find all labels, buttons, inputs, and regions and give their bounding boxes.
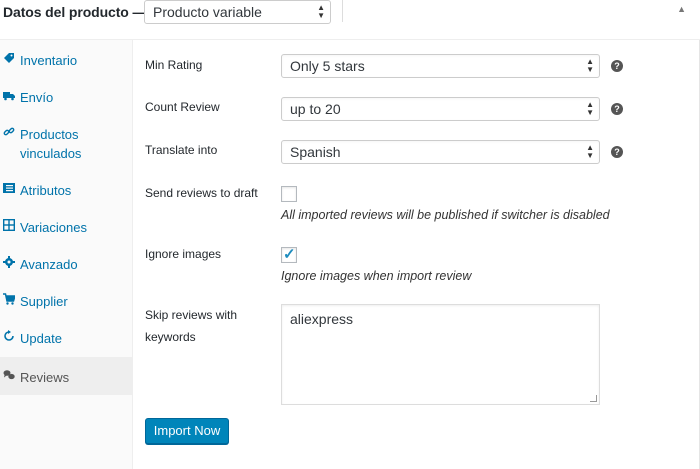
select-arrows-icon: ▲ ▼ (317, 3, 325, 20)
select-arrows-icon: ▲ ▼ (586, 100, 594, 117)
count-review-label: Count Review (145, 100, 220, 114)
count-review-value: up to 20 (290, 101, 341, 117)
min-rating-value: Only 5 stars (290, 58, 365, 74)
cart-icon (3, 293, 15, 305)
ignore-images-checkbox[interactable]: ✓ (281, 246, 297, 263)
skip-keywords-label: keywords (145, 330, 196, 344)
skip-keywords-textarea[interactable]: aliexpress (281, 304, 600, 405)
help-icon[interactable]: ? (611, 146, 623, 158)
draft-description: All imported reviews will be published i… (281, 208, 610, 222)
min-rating-select[interactable]: Only 5 stars ▲ ▼ (281, 54, 600, 78)
sidebar-item-productos-vinculados[interactable]: Productos vinculados (0, 114, 133, 161)
grid-icon (3, 219, 15, 231)
skip-keywords-label: Skip reviews with (145, 308, 238, 322)
gear-icon (3, 256, 15, 268)
resize-handle-icon[interactable] (590, 395, 597, 402)
count-review-select[interactable]: up to 20 ▲ ▼ (281, 97, 600, 121)
sidebar-item-label: Variaciones (20, 220, 87, 235)
sidebar-item-inventario[interactable]: Inventario (0, 40, 133, 78)
tag-icon (4, 53, 14, 63)
sidebar-item-label: Supplier (20, 294, 68, 309)
sidebar-item-envio[interactable]: Envío (0, 77, 133, 115)
draft-checkbox[interactable] (281, 186, 297, 202)
product-type-value: Producto variable (153, 4, 262, 20)
sidebar-item-reviews[interactable]: Reviews (0, 357, 133, 395)
sidebar-item-label: Envío (20, 90, 54, 105)
translate-value: Spanish (290, 144, 341, 160)
product-type-select[interactable]: Producto variable ▲ ▼ (144, 0, 331, 24)
skip-keywords-value: aliexpress (290, 311, 354, 327)
ignore-images-description: Ignore images when import review (281, 269, 472, 283)
reviews-settings-panel: Min Rating Only 5 stars ▲ ▼ ? Count Revie… (133, 40, 700, 469)
collapse-arrow-icon[interactable]: ▲ (677, 4, 686, 14)
ignore-images-label: Ignore images (145, 247, 222, 261)
import-now-button[interactable]: Import Now (145, 418, 229, 444)
sidebar-item-supplier[interactable]: Supplier (0, 281, 133, 319)
product-data-panel: Datos del producto — Producto variable ▲… (0, 0, 700, 469)
help-icon[interactable]: ? (611, 103, 623, 115)
sidebar-item-atributos[interactable]: Atributos (0, 170, 133, 208)
truck-icon (3, 92, 15, 101)
min-rating-label: Min Rating (145, 58, 203, 72)
header-divider (342, 0, 343, 22)
link-icon (3, 127, 15, 136)
comments-icon (3, 370, 15, 380)
sidebar-item-label: Reviews (20, 370, 70, 385)
translate-label: Translate into (145, 143, 218, 157)
sidebar-item-label: Inventario (20, 53, 78, 68)
list-icon (3, 183, 15, 193)
sidebar-item-avanzado[interactable]: Avanzado (0, 244, 133, 282)
panel-header: Datos del producto — Producto variable ▲… (0, 0, 700, 40)
sidebar-item-label: Atributos (20, 183, 72, 198)
sidebar-item-update[interactable]: Update (0, 318, 133, 356)
draft-label: Send reviews to draft (145, 186, 258, 200)
select-arrows-icon: ▲ ▼ (586, 57, 594, 74)
sidebar-item-variaciones[interactable]: Variaciones (0, 207, 133, 245)
sidebar-item-label: Productos vinculados (20, 127, 82, 161)
select-arrows-icon: ▲ ▼ (586, 143, 594, 160)
sidebar-item-label: Avanzado (20, 257, 78, 272)
panel-title: Datos del producto — (3, 4, 147, 20)
sidebar-item-label: Update (20, 331, 62, 346)
checkmark-icon: ✓ (283, 246, 296, 263)
refresh-icon (4, 330, 14, 341)
help-icon[interactable]: ? (611, 60, 623, 72)
product-tabs-sidebar: Inventario Envío Productos vinculados At… (0, 40, 133, 469)
translate-select[interactable]: Spanish ▲ ▼ (281, 140, 600, 164)
